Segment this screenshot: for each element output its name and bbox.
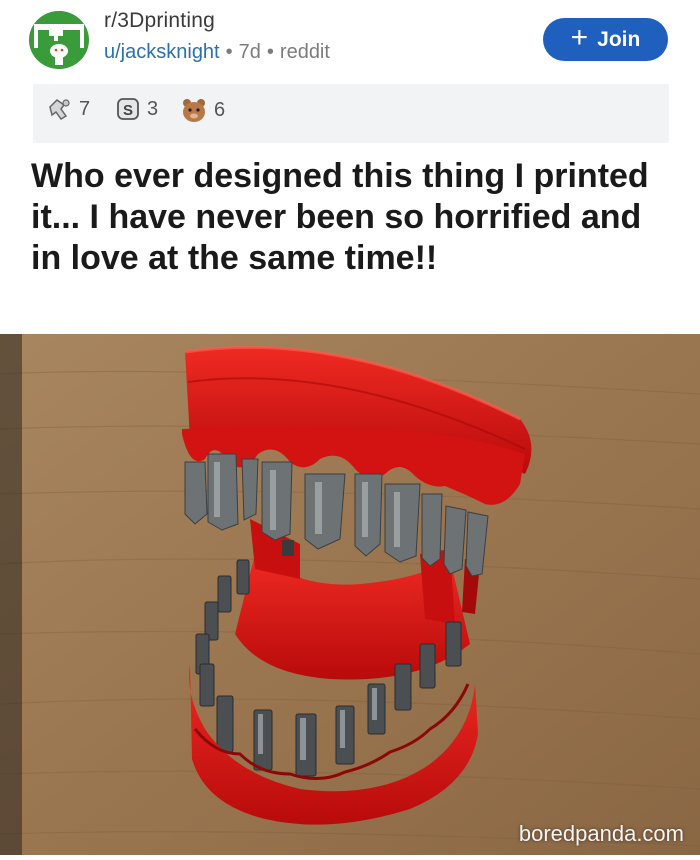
watermark-text: boredpanda.com [518,821,684,846]
post-age: 7d [238,41,261,63]
post-source: reddit [279,41,330,63]
subreddit-name[interactable]: r/3Dprinting [104,9,215,33]
subreddit-avatar[interactable] [29,11,89,69]
award-count: 3 [147,97,159,120]
silver-award-icon: S [117,98,139,120]
post-header: r/3Dprinting u/jacksknight • 7d • reddit + J… [0,0,700,80]
plus-icon: + [570,21,589,54]
award-count: 7 [79,97,91,120]
wholesome-award-icon [183,99,205,122]
post-image[interactable]: boredpanda.com [0,334,700,855]
chattering-teeth-photo [0,334,700,855]
meta-separator: • [225,41,233,63]
3d-printer-snoo-icon [30,11,88,69]
award-count: 6 [214,98,226,121]
username-link[interactable]: u/jacksknight [104,41,220,63]
join-label: Join [597,27,641,51]
award-item[interactable]: S 3 [115,97,158,121]
reddit-post-card: r/3Dprinting u/jacksknight • 7d • reddit + J… [0,0,700,855]
svg-text:S: S [123,102,133,119]
award-item[interactable]: 6 [180,97,225,123]
meta-separator: • [266,41,274,63]
award-item[interactable]: 7 [47,97,90,121]
post-title[interactable]: Who ever designed this thing I printed i… [31,156,671,279]
join-button[interactable]: + Join [543,18,668,61]
awesome-answer-award-icon [49,99,70,120]
post-meta: u/jacksknight • 7d • reddit [104,41,330,64]
awards-bar[interactable]: 7 S 3 6 [33,84,669,143]
